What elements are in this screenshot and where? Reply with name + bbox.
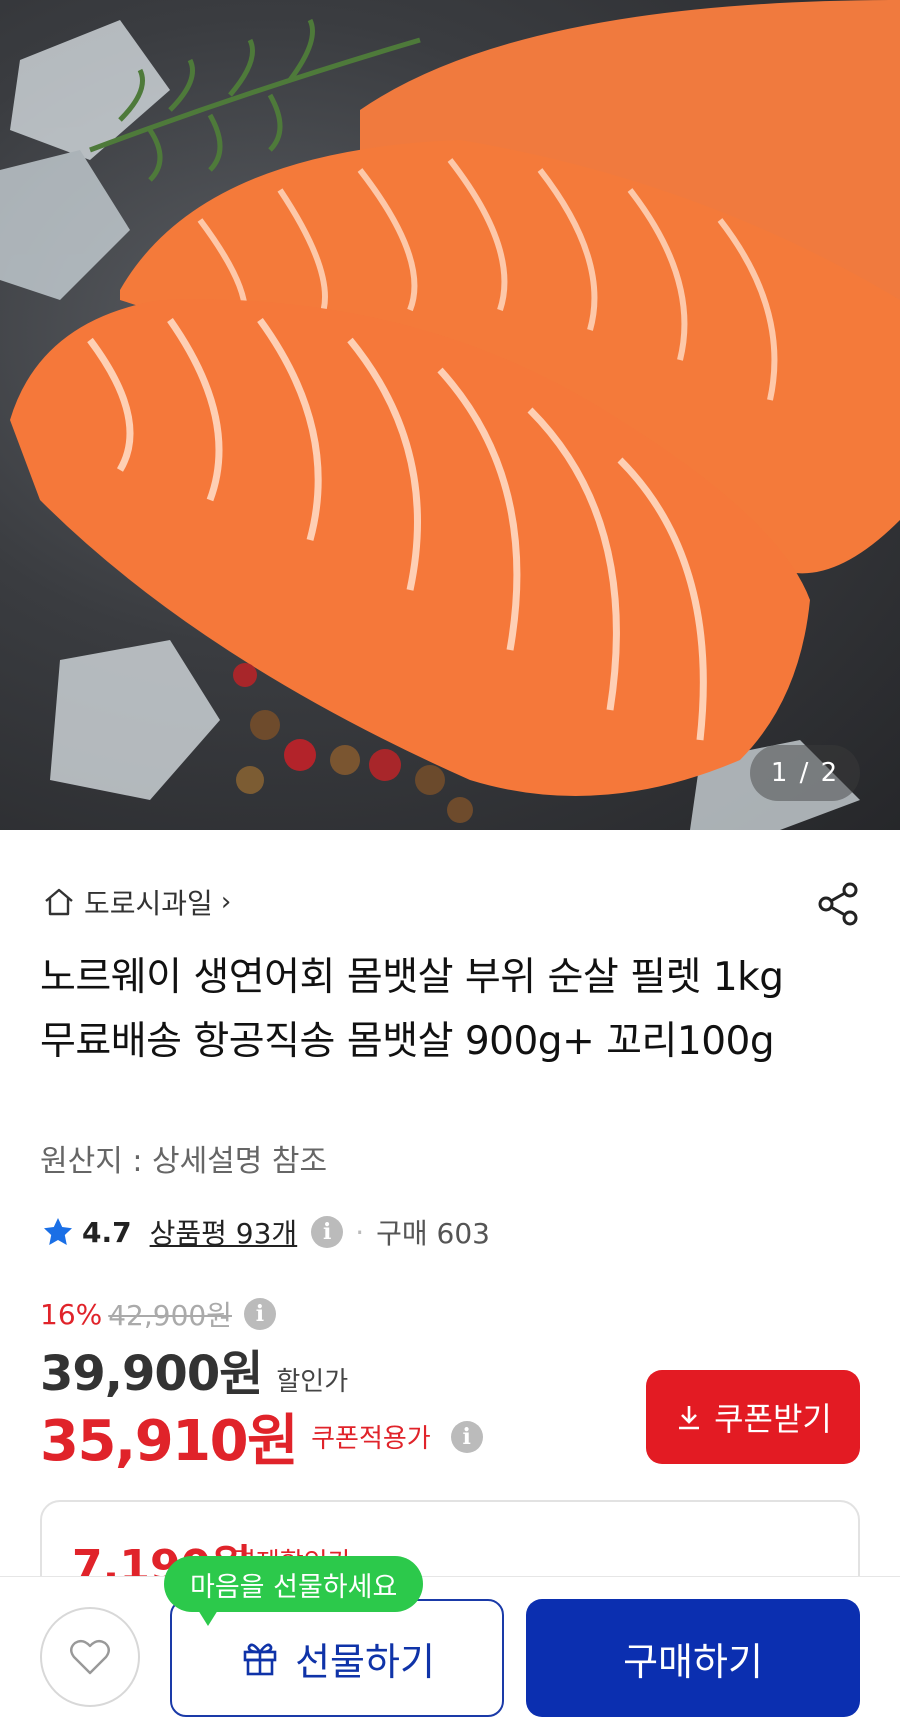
sale-row: 39,900원 할인가 <box>40 1334 348 1404</box>
buy-button-label: 구매하기 <box>623 1641 763 1684</box>
share-button[interactable] <box>814 880 862 928</box>
discount-row: 16% 42,900원 i <box>40 1294 276 1334</box>
gift-tooltip-text: 마음을 선물하세요 <box>190 1571 398 1603</box>
download-icon <box>679 1406 700 1430</box>
product-image[interactable]: 1 / 2 <box>0 0 900 830</box>
original-price: 42,900원 <box>108 1299 232 1332</box>
image-pager: 1 / 2 <box>750 745 860 801</box>
discount-rate: 16% <box>40 1297 103 1331</box>
origin-info: 원산지 : 상세설명 참조 <box>40 1144 328 1179</box>
salmon-photo <box>0 0 900 830</box>
heart-icon <box>70 1639 110 1675</box>
info-icon[interactable]: i <box>450 1420 483 1453</box>
coupon-label: 쿠폰적용가 <box>311 1424 431 1454</box>
home-icon <box>42 885 76 919</box>
product-title: 노르웨이 생연어회 몸뱃살 부위 순살 필렛 1kg 무료배송 항공직송 몸뱃살… <box>40 955 784 1064</box>
gift-tooltip: 마음을 선물하세요 <box>164 1556 424 1626</box>
gift-button-label: 선물하기 <box>295 1641 435 1684</box>
sale-price: 39,900원 <box>40 1346 263 1402</box>
gift-icon <box>243 1643 277 1676</box>
coupon-price-row: 35,910원 쿠폰적용가 i <box>40 1396 483 1477</box>
separator-dot: · <box>355 1215 365 1249</box>
get-coupon-label: 쿠폰받기 <box>714 1401 832 1437</box>
coupon-price: 35,910원 <box>40 1409 299 1474</box>
wishlist-button[interactable] <box>40 1607 140 1707</box>
pager-text: 1 / 2 <box>770 758 840 788</box>
info-icon[interactable]: i <box>311 1216 344 1248</box>
rating-value: 4.7 <box>82 1215 132 1249</box>
info-icon[interactable]: i <box>243 1298 276 1330</box>
star-icon <box>42 1216 74 1248</box>
store-name[interactable]: 도로시과일 <box>84 882 213 922</box>
get-coupon-button[interactable]: 쿠폰받기 <box>646 1370 860 1464</box>
bottom-action-bar: 선물하기 구매하기 <box>0 1576 900 1727</box>
purchase-count: 구매 603 <box>376 1217 490 1250</box>
rating-row: 4.7 상품평 93개 i · 구매 603 <box>42 1212 490 1252</box>
chevron-right-icon: › <box>220 887 232 917</box>
gift-button[interactable]: 선물하기 <box>170 1599 504 1717</box>
review-count-link[interactable]: 상품평 93개 <box>150 1212 298 1252</box>
breadcrumb[interactable]: 도로시과일 › <box>42 882 231 922</box>
sale-label: 할인가 <box>276 1367 349 1397</box>
buy-button[interactable]: 구매하기 <box>526 1599 860 1717</box>
share-icon <box>818 882 858 926</box>
